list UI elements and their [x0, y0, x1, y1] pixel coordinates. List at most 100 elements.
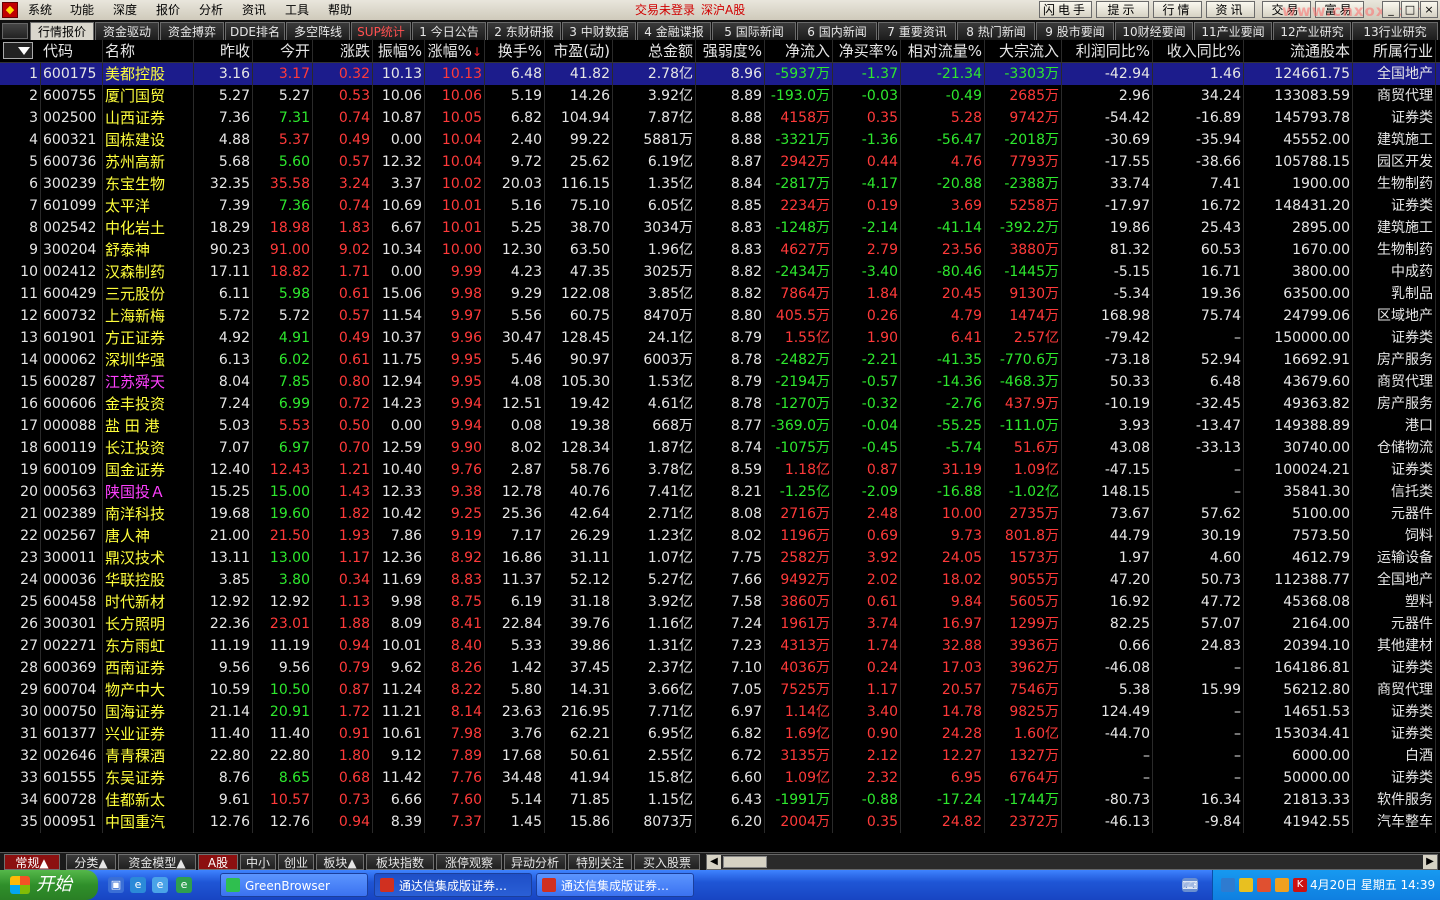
table-row[interactable]: 30 000750 国海证券 21.14 20.91 1.72 11.21 8.14 23.63… — [0, 701, 1440, 723]
table-row[interactable]: 33 601555 东吴证券 8.76 8.65 0.68 11.42 7.76 34.48 41… — [0, 767, 1440, 789]
cell-name[interactable]: 厦门国贸 — [103, 85, 194, 107]
column-header-turnover[interactable]: 换手% — [485, 40, 545, 62]
cell-name[interactable]: 汉森制药 — [103, 261, 194, 283]
browser-icon[interactable]: e — [130, 877, 146, 893]
antivirus-k-icon[interactable]: K — [1293, 878, 1307, 892]
show-desktop-icon[interactable]: ▣ — [108, 877, 124, 893]
sheet-tab-sme[interactable]: 中小 — [240, 854, 276, 870]
table-row[interactable]: 31 601377 兴业证券 11.40 11.40 0.91 10.61 7.98 3.76 6… — [0, 723, 1440, 745]
horizontal-scrollbar[interactable]: ◀ ▶ — [706, 854, 1438, 870]
green-browser-icon[interactable]: e — [176, 877, 192, 893]
cell-name[interactable]: 陕国投Ａ — [103, 481, 194, 503]
column-header-block-inflow[interactable]: 大宗流入 — [985, 40, 1062, 62]
table-row[interactable]: 1 600175 美都控股 3.16 3.17 0.32 10.13 10.13 6.48 41.… — [0, 63, 1440, 85]
menu-quote[interactable]: 报价 — [156, 0, 180, 20]
keyboard-icon[interactable]: ⌨ — [1182, 878, 1198, 892]
volume-icon[interactable] — [1275, 878, 1289, 892]
table-row[interactable]: 7 601099 太平洋 7.39 7.36 0.74 10.69 10.01 5.16 75.1… — [0, 195, 1440, 217]
tab-menu-icon[interactable] — [2, 23, 28, 39]
column-header-relative-flow[interactable]: 相对流量% — [901, 40, 985, 62]
column-header-profit-yoy[interactable]: 利润同比% — [1062, 40, 1153, 62]
tab-industry-news[interactable]: 11产业要闻 — [1194, 22, 1272, 40]
column-header-name[interactable]: 名称 — [103, 40, 194, 62]
tab-dde-rank[interactable]: DDE排名 — [225, 22, 285, 40]
tab-key-news[interactable]: 7 重要资讯 — [878, 22, 956, 40]
taskbar-window-greenbrowser[interactable]: GreenBrowser — [220, 873, 368, 897]
table-row[interactable]: 18 600119 长江投资 7.07 6.97 0.70 12.59 9.90 8.02 128… — [0, 437, 1440, 459]
alert-button[interactable]: 提示 — [1096, 1, 1149, 18]
menu-depth[interactable]: 深度 — [113, 0, 137, 20]
table-row[interactable]: 8 002542 中化岩土 18.29 18.98 1.83 6.67 10.01 5.25 38… — [0, 217, 1440, 239]
sheet-tab-gem[interactable]: 创业 — [278, 854, 314, 870]
tab-data[interactable]: 3 中财数据 — [562, 22, 636, 40]
menu-function[interactable]: 功能 — [70, 0, 94, 20]
taskbar-window-tdx-2[interactable]: 通达信集成版证券… — [536, 873, 694, 897]
cell-name[interactable]: 江苏舜天 — [103, 371, 194, 393]
cell-name[interactable]: 上海新梅 — [103, 305, 194, 327]
column-header-amplitude[interactable]: 振幅% — [373, 40, 425, 62]
qq-icon[interactable] — [1257, 878, 1271, 892]
sheet-tab-buy[interactable]: 买入股票 — [634, 854, 700, 870]
cell-name[interactable]: 佳都新太 — [103, 789, 194, 811]
tab-finance-news[interactable]: 10财经要闻 — [1115, 22, 1193, 40]
cell-name[interactable]: 南洋科技 — [103, 503, 194, 525]
table-row[interactable]: 29 600704 物产中大 10.59 10.50 0.87 11.24 8.22 5.80 1… — [0, 679, 1440, 701]
table-row[interactable]: 22 002567 唐人神 21.00 21.50 1.93 7.86 9.19 7.17 26.… — [0, 525, 1440, 547]
cell-name[interactable]: 舒泰神 — [103, 239, 194, 261]
tab-domestic-news[interactable]: 6 国内新闻 — [797, 22, 877, 40]
sheet-tab-sector[interactable]: 板块▲ — [316, 854, 364, 870]
column-header-revenue-yoy[interactable]: 收入同比% — [1153, 40, 1244, 62]
table-row[interactable]: 34 600728 佳都新太 9.61 10.57 0.73 6.66 7.60 5.14 71.… — [0, 789, 1440, 811]
table-row[interactable]: 9 300204 舒泰神 90.23 91.00 9.02 10.34 10.00 12.30 6… — [0, 239, 1440, 261]
table-row[interactable]: 15 600287 江苏舜天 8.04 7.85 0.80 12.94 9.95 4.08 105… — [0, 371, 1440, 393]
column-header-total-amount[interactable]: 总金额 — [613, 40, 696, 62]
cell-name[interactable]: 美都控股 — [103, 63, 194, 85]
app-logo-icon[interactable]: ◆ — [2, 2, 18, 18]
table-row[interactable]: 3 002500 山西证券 7.36 7.31 0.74 10.87 10.05 6.82 104… — [0, 107, 1440, 129]
column-header-open[interactable]: 今开 — [253, 40, 313, 62]
table-row[interactable]: 10 002412 汉森制药 17.11 18.82 1.71 0.00 9.99 4.23 47… — [0, 261, 1440, 283]
start-button[interactable]: 开始 — [0, 870, 98, 900]
table-row[interactable]: 23 300011 鼎汉技术 13.11 13.00 1.17 12.36 8.92 16.86… — [0, 547, 1440, 569]
cell-name[interactable]: 兴业证券 — [103, 723, 194, 745]
sheet-tab-watch[interactable]: 特别关注 — [568, 854, 632, 870]
cell-name[interactable]: 国海证券 — [103, 701, 194, 723]
table-row[interactable]: 17 000088 盐 田 港 5.03 5.53 0.50 0.00 9.94 0.08 19.… — [0, 415, 1440, 437]
taskbar-window-tdx-1[interactable]: 通达信集成版证券… — [374, 873, 532, 897]
cell-name[interactable]: 方正证券 — [103, 327, 194, 349]
tab-announcements[interactable]: 1 今日公告 — [412, 22, 486, 40]
network-icon[interactable] — [1221, 878, 1235, 892]
tab-industry-research[interactable]: 12产业研究 — [1273, 22, 1351, 40]
menu-system[interactable]: 系统 — [28, 0, 52, 20]
cell-name[interactable]: 金丰投资 — [103, 393, 194, 415]
table-row[interactable]: 26 300301 长方照明 22.36 23.01 1.88 8.09 8.41 22.84 3… — [0, 613, 1440, 635]
cell-name[interactable]: 时代新材 — [103, 591, 194, 613]
menu-tools[interactable]: 工具 — [285, 0, 309, 20]
table-row[interactable]: 25 600458 时代新材 12.92 12.92 1.13 9.98 8.75 6.19 31… — [0, 591, 1440, 613]
scroll-thumb[interactable] — [723, 856, 767, 868]
cell-name[interactable]: 鼎汉技术 — [103, 547, 194, 569]
cell-name[interactable]: 盐 田 港 — [103, 415, 194, 437]
table-row[interactable]: 2 600755 厦门国贸 5.27 5.27 0.53 10.06 10.06 5.19 14.… — [0, 85, 1440, 107]
info-button[interactable]: 资讯 — [1206, 1, 1255, 18]
column-header-net-buy-rate[interactable]: 净买率% — [833, 40, 901, 62]
tab-intl-news[interactable]: 5 国际新闻 — [712, 22, 796, 40]
cell-name[interactable]: 唐人神 — [103, 525, 194, 547]
column-header-float-shares[interactable]: 流通股本 — [1244, 40, 1353, 62]
tab-research[interactable]: 2 东财研报 — [487, 22, 561, 40]
sheet-tab-anomaly[interactable]: 异动分析 — [504, 854, 566, 870]
tab-sup-stats[interactable]: SUP统计 — [351, 22, 411, 40]
tab-finance-intel[interactable]: 4 金融谍报 — [637, 22, 711, 40]
sheet-tab-a-share[interactable]: A股 — [198, 854, 238, 870]
table-row[interactable]: 19 600109 国金证券 12.40 12.43 1.21 10.40 9.76 2.87 5… — [0, 459, 1440, 481]
menu-help[interactable]: 帮助 — [328, 0, 352, 20]
cell-name[interactable]: 东宝生物 — [103, 173, 194, 195]
table-row[interactable]: 24 000036 华联控股 3.85 3.80 0.34 11.69 8.83 11.37 52… — [0, 569, 1440, 591]
table-row[interactable]: 27 002271 东方雨虹 11.19 11.19 0.94 10.01 8.40 5.33 3… — [0, 635, 1440, 657]
table-row[interactable]: 5 600736 苏州高新 5.68 5.60 0.57 12.32 10.04 9.72 25.… — [0, 151, 1440, 173]
table-row[interactable]: 14 000062 深圳华强 6.13 6.02 0.61 11.75 9.95 5.46 90.… — [0, 349, 1440, 371]
table-row[interactable]: 12 600732 上海新梅 5.72 5.72 0.57 11.54 9.97 5.56 60.… — [0, 305, 1440, 327]
table-row[interactable]: 28 600369 西南证券 9.56 9.56 0.79 9.62 8.26 1.42 37.4… — [0, 657, 1440, 679]
tab-quote[interactable]: 行情报价 — [30, 22, 94, 40]
sheet-tab-sector-index[interactable]: 板块指数 — [366, 854, 434, 870]
